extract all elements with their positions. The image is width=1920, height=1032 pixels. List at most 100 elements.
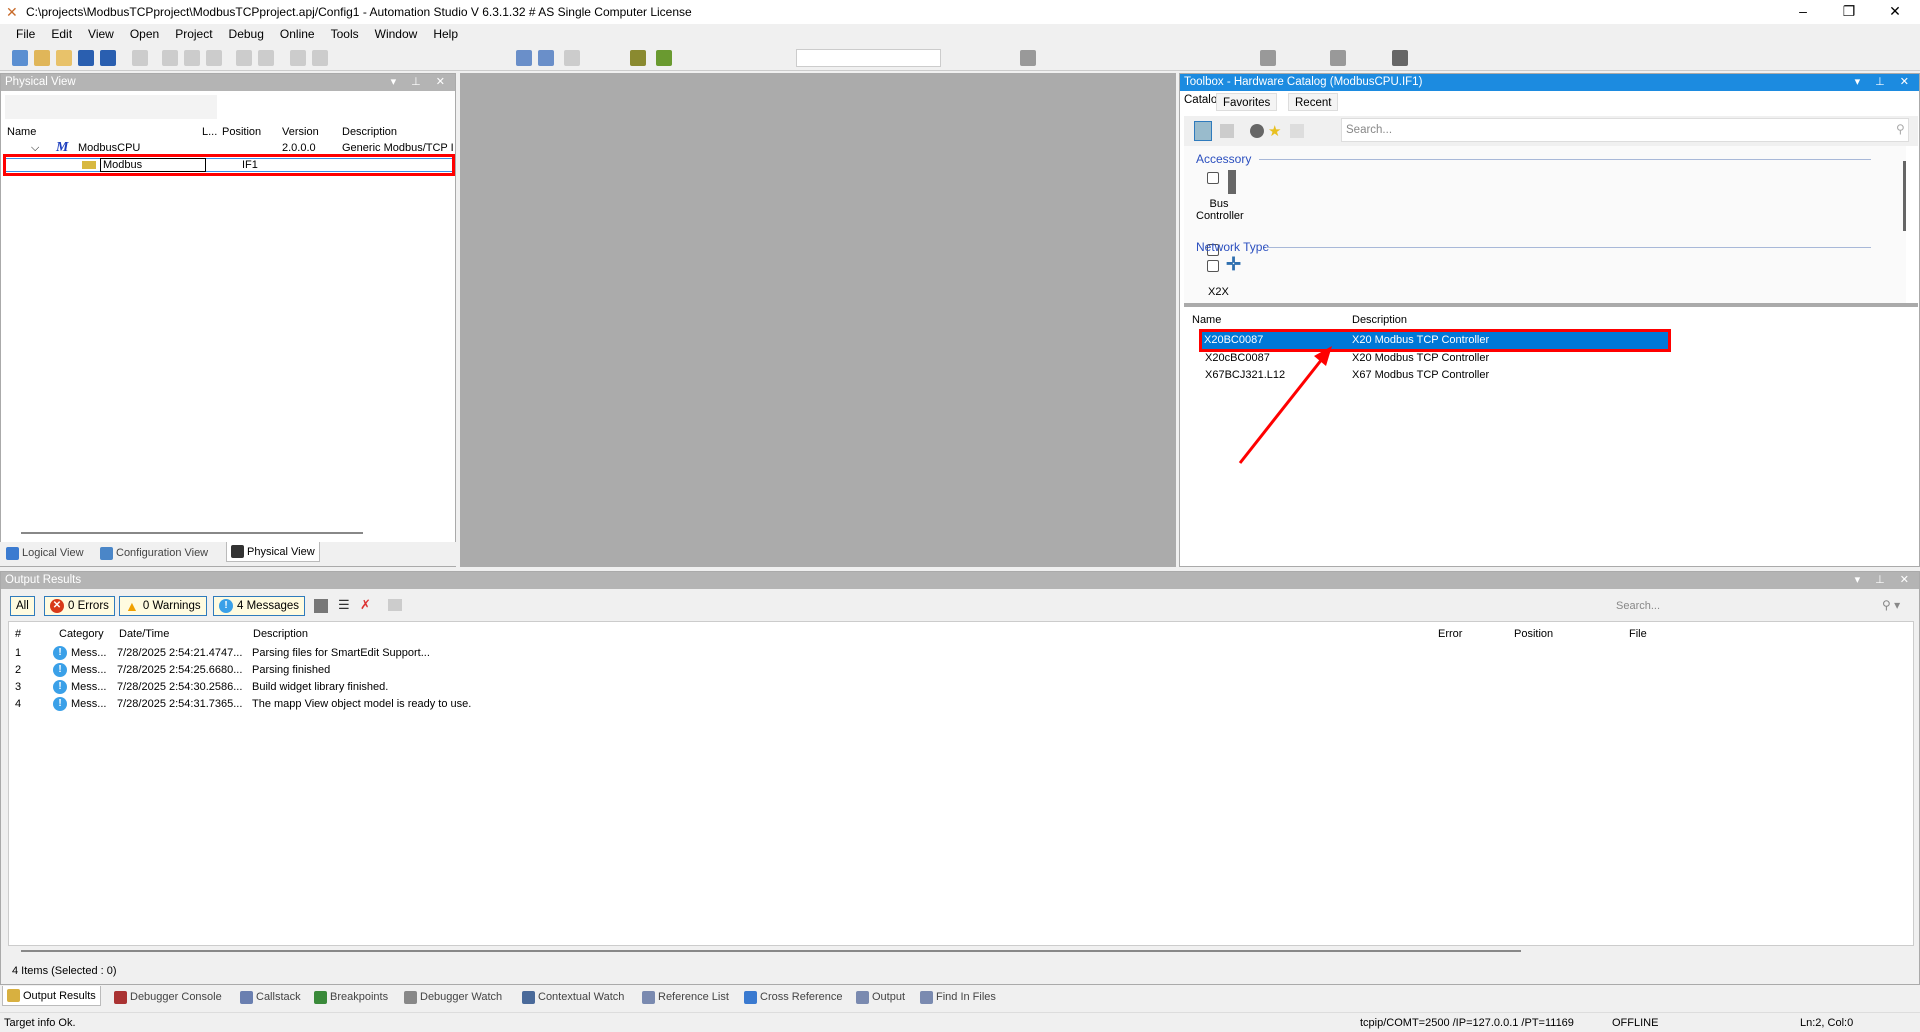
refresh-icon[interactable] [312, 50, 328, 66]
menu-edit[interactable]: Edit [43, 27, 80, 41]
save-icon[interactable] [78, 50, 94, 66]
column-l[interactable]: L... [202, 126, 217, 138]
tab-physical-view[interactable]: Physical View [226, 542, 320, 562]
clear-filter-icon[interactable] [1290, 124, 1304, 138]
new-project-icon[interactable] [12, 50, 28, 66]
tab-recent[interactable]: Recent [1288, 93, 1339, 111]
row-category: Mess... [71, 681, 107, 693]
delete-icon[interactable] [290, 50, 306, 66]
update-icon[interactable] [1250, 124, 1264, 138]
filter-errors-button[interactable]: ✕ 0 Errors [44, 596, 115, 616]
tab-contextual-watch[interactable]: Contextual Watch [518, 987, 628, 1007]
online-icon[interactable] [1020, 50, 1036, 66]
horizontal-scrollbar[interactable] [21, 950, 1521, 952]
column-error[interactable]: Error [1438, 628, 1462, 640]
open-project-icon[interactable] [34, 50, 50, 66]
filter-all-button[interactable]: All [10, 596, 35, 616]
column-description[interactable]: Description [1352, 314, 1407, 326]
cut-icon[interactable] [162, 50, 178, 66]
group-network-type-label: Network Type [1196, 240, 1270, 254]
output-search-input[interactable]: Search... [1612, 598, 1908, 616]
catalog-search-input[interactable]: Search... [1341, 118, 1909, 142]
upload-icon[interactable] [132, 50, 148, 66]
transfer-icon[interactable] [1260, 50, 1276, 66]
build-icon[interactable] [630, 50, 646, 66]
close-button[interactable]: ✕ [1872, 0, 1918, 24]
column-number[interactable]: # [15, 628, 21, 640]
horizontal-scrollbar[interactable] [21, 532, 363, 534]
column-category[interactable]: Category [59, 628, 104, 640]
menu-debug[interactable]: Debug [221, 27, 272, 41]
menu-view[interactable]: View [80, 27, 122, 41]
tab-debugger-console[interactable]: Debugger Console [110, 987, 226, 1007]
lock-scroll-icon[interactable] [314, 599, 328, 613]
menu-help[interactable]: Help [425, 27, 466, 41]
tab-favorites[interactable]: Favorites [1216, 93, 1278, 111]
save-all-icon[interactable] [100, 50, 116, 66]
undo-icon[interactable] [236, 50, 252, 66]
column-position[interactable]: Position [222, 126, 261, 138]
tab-label: Output [872, 991, 906, 1003]
search-icon[interactable]: ⚲ [1896, 122, 1905, 136]
copy-icon[interactable] [184, 50, 200, 66]
filter-warnings-button[interactable]: ▲ 0 Warnings [119, 596, 207, 616]
monitor-icon[interactable] [1392, 50, 1408, 66]
minimize-button[interactable]: – [1780, 0, 1826, 24]
menu-file[interactable]: File [8, 27, 43, 41]
panel-window-buttons[interactable]: ▾ ⊥ ✕ [391, 74, 451, 91]
tab-output[interactable]: Output [852, 987, 909, 1007]
column-file[interactable]: File [1629, 628, 1647, 640]
tab-debugger-watch[interactable]: Debugger Watch [400, 987, 506, 1007]
x2x-checkbox[interactable] [1207, 260, 1219, 272]
button-label: All [16, 600, 29, 612]
insert-row-icon[interactable] [538, 50, 554, 66]
output-tabs: Output Results Debugger Console Callstac… [0, 986, 1920, 1010]
tab-logical-view[interactable]: Logical View [2, 543, 88, 563]
filter-messages-button[interactable]: ! 4 Messages [213, 596, 306, 616]
column-position[interactable]: Position [1514, 628, 1553, 640]
catalog-filter-icon[interactable] [1194, 121, 1212, 141]
column-description[interactable]: Description [342, 126, 397, 138]
goto-icon[interactable] [388, 599, 402, 611]
paste-icon[interactable] [206, 50, 222, 66]
menu-online[interactable]: Online [272, 27, 323, 41]
clear-filter-icon[interactable]: ✗ [360, 597, 371, 613]
panel-title: Toolbox - Hardware Catalog (ModbusCPU.IF… [1184, 76, 1423, 88]
column-description[interactable]: Description [253, 628, 308, 640]
menu-tools[interactable]: Tools [323, 27, 367, 41]
filter-scrollbar[interactable] [1903, 161, 1906, 231]
menu-project[interactable]: Project [167, 27, 220, 41]
tab-find-in-files[interactable]: Find In Files [916, 987, 1000, 1007]
rebuild-icon[interactable] [656, 50, 672, 66]
add-favorite-icon[interactable]: ★ [1268, 122, 1281, 140]
insert-icon[interactable] [516, 50, 532, 66]
open-folder-icon[interactable] [56, 50, 72, 66]
restore-button[interactable]: ❐ [1826, 0, 1872, 24]
tab-reference-list[interactable]: Reference List [638, 987, 733, 1007]
remove-icon[interactable] [564, 50, 580, 66]
panel-window-buttons[interactable]: ▾ ⊥ ✕ [1855, 74, 1915, 91]
column-name[interactable]: Name [1192, 314, 1221, 326]
splitter[interactable] [1184, 303, 1918, 307]
panel-window-buttons[interactable]: ▾ ⊥ ✕ [1855, 572, 1915, 589]
tab-cross-reference[interactable]: Cross Reference [740, 987, 847, 1007]
bus-controller-checkbox-box[interactable] [1207, 172, 1219, 184]
clear-list-icon[interactable]: ☰ [338, 597, 350, 613]
view-options-icon[interactable] [1220, 124, 1234, 138]
zoom-icon[interactable] [1330, 50, 1346, 66]
tab-breakpoints[interactable]: Breakpoints [310, 987, 392, 1007]
toolbox-title-bar: Toolbox - Hardware Catalog (ModbusCPU.IF… [1180, 74, 1919, 91]
column-version[interactable]: Version [282, 126, 319, 138]
column-datetime[interactable]: Date/Time [119, 628, 169, 640]
menu-window[interactable]: Window [367, 27, 426, 41]
configuration-dropdown[interactable] [796, 49, 941, 67]
menu-open[interactable]: Open [122, 27, 167, 41]
redo-icon[interactable] [258, 50, 274, 66]
search-icon[interactable]: ⚲ ▾ [1882, 598, 1900, 612]
tab-configuration-view[interactable]: Configuration View [96, 543, 212, 563]
column-name[interactable]: Name [7, 126, 36, 138]
connection-status: tcpip/COMT=2500 /IP=127.0.0.1 /PT=11169 [1360, 1017, 1574, 1029]
tab-callstack[interactable]: Callstack [236, 987, 305, 1007]
status-bar: Target info Ok. tcpip/COMT=2500 /IP=127.… [0, 1012, 1920, 1032]
tab-output-results[interactable]: Output Results [2, 986, 101, 1006]
